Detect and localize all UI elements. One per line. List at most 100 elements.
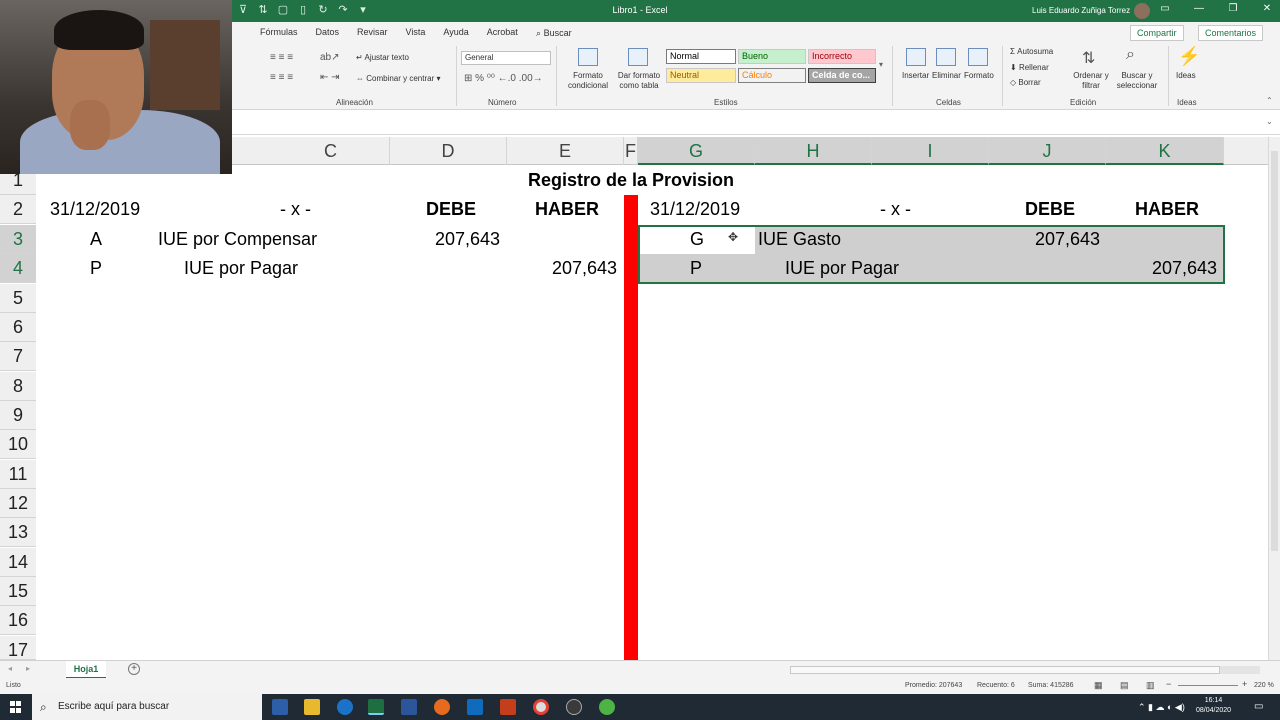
vertical-scroll-thumb[interactable] [1271, 151, 1278, 551]
column-header-c[interactable]: C [272, 137, 390, 165]
horizontal-scroll-thumb[interactable] [790, 666, 1220, 674]
zoom-in-icon[interactable]: + [1242, 679, 1247, 689]
sheet-title[interactable]: Registro de la Provision [528, 166, 734, 195]
row-header-8[interactable]: 8 [0, 372, 36, 401]
sort-icon[interactable]: ⇅ [256, 3, 270, 17]
chrome-icon[interactable] [533, 699, 549, 715]
orientation-icon[interactable]: ab↗ [320, 52, 340, 63]
minimize-icon[interactable]: — [1192, 3, 1206, 14]
select-icon[interactable]: ▢ [276, 3, 290, 17]
column-header-f[interactable]: F [624, 137, 638, 165]
row-header-3[interactable]: 3 [0, 225, 36, 254]
left-date[interactable]: 31/12/2019 [50, 195, 140, 224]
column-header-k[interactable]: K [1106, 137, 1224, 165]
tab-acrobat[interactable]: Acrobat [479, 27, 528, 37]
align-top-icons[interactable]: ≡ ≡ ≡ [270, 52, 293, 63]
style-good[interactable]: Bueno [738, 49, 806, 64]
restore-icon[interactable]: ❐ [1226, 3, 1240, 14]
number-format-dropdown[interactable]: General [461, 51, 551, 65]
add-sheet-icon[interactable]: + [128, 663, 140, 675]
right-r3-code[interactable]: G [690, 225, 704, 254]
page-break-icon[interactable]: ▥ [1146, 680, 1155, 691]
column-header-i[interactable]: I [872, 137, 989, 165]
conditional-format-button[interactable]: Formato condicional [562, 71, 614, 91]
expand-formula-icon[interactable]: ⌄ [1266, 117, 1273, 126]
tab-formulas[interactable]: Fórmulas [252, 27, 308, 37]
collapse-ribbon-icon[interactable]: ⌃ [1266, 96, 1273, 105]
camtasia-icon[interactable] [599, 699, 615, 715]
right-date[interactable]: 31/12/2019 [650, 195, 740, 224]
rotate-icon[interactable]: ↻ [316, 3, 330, 17]
column-header-d[interactable]: D [390, 137, 507, 165]
format-button[interactable]: Formato [964, 71, 994, 80]
fill-button[interactable]: ⬇ Rellenar [1010, 63, 1049, 72]
edge-icon[interactable] [337, 699, 353, 715]
row-header-7[interactable]: 7 [0, 342, 36, 371]
sheet-nav-prev-icon[interactable]: ◂ [8, 664, 12, 673]
row-header-6[interactable]: 6 [0, 313, 36, 342]
normal-view-icon[interactable]: ▦ [1094, 680, 1103, 691]
outlook-icon[interactable] [467, 699, 483, 715]
avatar[interactable] [1134, 3, 1150, 19]
redo-icon[interactable]: ↷ [336, 3, 350, 17]
windows-start-icon[interactable] [10, 701, 22, 713]
powerpoint-icon[interactable] [500, 699, 516, 715]
status-sum[interactable]: Suma: 415286 [1028, 682, 1074, 689]
left-r4-code[interactable]: P [90, 254, 102, 283]
wrap-text-button[interactable]: ↵ Ajustar texto [356, 53, 409, 62]
left-haber-header[interactable]: HABER [535, 195, 599, 224]
style-neutral[interactable]: Neutral [666, 68, 736, 83]
cortana-icon[interactable] [272, 699, 288, 715]
excel-icon[interactable] [368, 699, 384, 715]
right-x[interactable]: - x - [880, 195, 911, 224]
right-r4-account[interactable]: IUE por Pagar [785, 254, 899, 283]
status-count[interactable]: Recuento: 6 [977, 682, 1015, 689]
left-r4-haber[interactable]: 207,643 [552, 254, 617, 283]
row-header-15[interactable]: 15 [0, 577, 36, 606]
column-header-h[interactable]: H [755, 137, 872, 165]
row-header-13[interactable]: 13 [0, 518, 36, 547]
left-x[interactable]: - x - [280, 195, 311, 224]
row-header-10[interactable]: 10 [0, 430, 36, 459]
filter-icon[interactable]: ⊽ [236, 3, 250, 17]
right-r4-code[interactable]: P [690, 254, 702, 283]
page-icon[interactable]: ▯ [296, 3, 310, 17]
find-select-button[interactable]: Buscar y seleccionar [1112, 71, 1162, 91]
right-r4-haber[interactable]: 207,643 [1152, 254, 1217, 283]
row-header-5[interactable]: 5 [0, 284, 36, 313]
horizontal-scrollbar[interactable] [790, 666, 1260, 674]
ideas-button[interactable]: Ideas [1176, 71, 1196, 80]
row-header-4[interactable]: 4 [0, 254, 36, 283]
search-tell-me[interactable]: ⌕ Buscar [536, 28, 572, 39]
row-header-9[interactable]: 9 [0, 401, 36, 430]
delete-button[interactable]: Eliminar [932, 71, 961, 80]
align-center-icons[interactable]: ≡ ≡ ≡ [270, 72, 293, 83]
word-icon[interactable] [401, 699, 417, 715]
taskbar-search-box[interactable]: ⌕ Escribe aquí para buscar [32, 694, 262, 720]
number-format-icons[interactable]: ⊞ % ⁰⁰ ←.0 .00→ [464, 73, 543, 84]
row-header-12[interactable]: 12 [0, 489, 36, 518]
styles-more-icon[interactable]: ▾ [879, 60, 883, 69]
sort-filter-button[interactable]: Ordenar y filtrar [1072, 71, 1110, 91]
clear-button[interactable]: ◇ Borrar [1010, 78, 1041, 87]
row-header-14[interactable]: 14 [0, 548, 36, 577]
notifications-icon[interactable]: ▭ [1254, 701, 1263, 712]
merge-center-button[interactable]: ⇔ Combinar y centrar ▾ [356, 74, 441, 83]
style-calculation[interactable]: Cálculo [738, 68, 806, 83]
zoom-level[interactable]: 220 % [1254, 682, 1274, 689]
format-table-button[interactable]: Dar formato como tabla [612, 71, 666, 91]
left-r3-code[interactable]: A [90, 225, 102, 254]
tray-icons[interactable]: ⌃ ▮ ☁ ◐ ◀) [1138, 702, 1185, 713]
column-header-j[interactable]: J [989, 137, 1106, 165]
vertical-scrollbar[interactable] [1268, 137, 1280, 660]
left-r3-debe[interactable]: 207,643 [435, 225, 500, 254]
obs-icon[interactable] [566, 699, 582, 715]
right-r3-debe[interactable]: 207,643 [1035, 225, 1100, 254]
customize-qat-icon[interactable]: ▾ [356, 3, 370, 17]
tab-review[interactable]: Revisar [349, 27, 398, 37]
style-check-cell[interactable]: Celda de co... [808, 68, 876, 83]
insert-button[interactable]: Insertar [902, 71, 929, 80]
share-button[interactable]: Compartir [1130, 25, 1184, 41]
zoom-out-icon[interactable]: − [1166, 679, 1171, 689]
left-r3-account[interactable]: IUE por Compensar [158, 225, 317, 254]
